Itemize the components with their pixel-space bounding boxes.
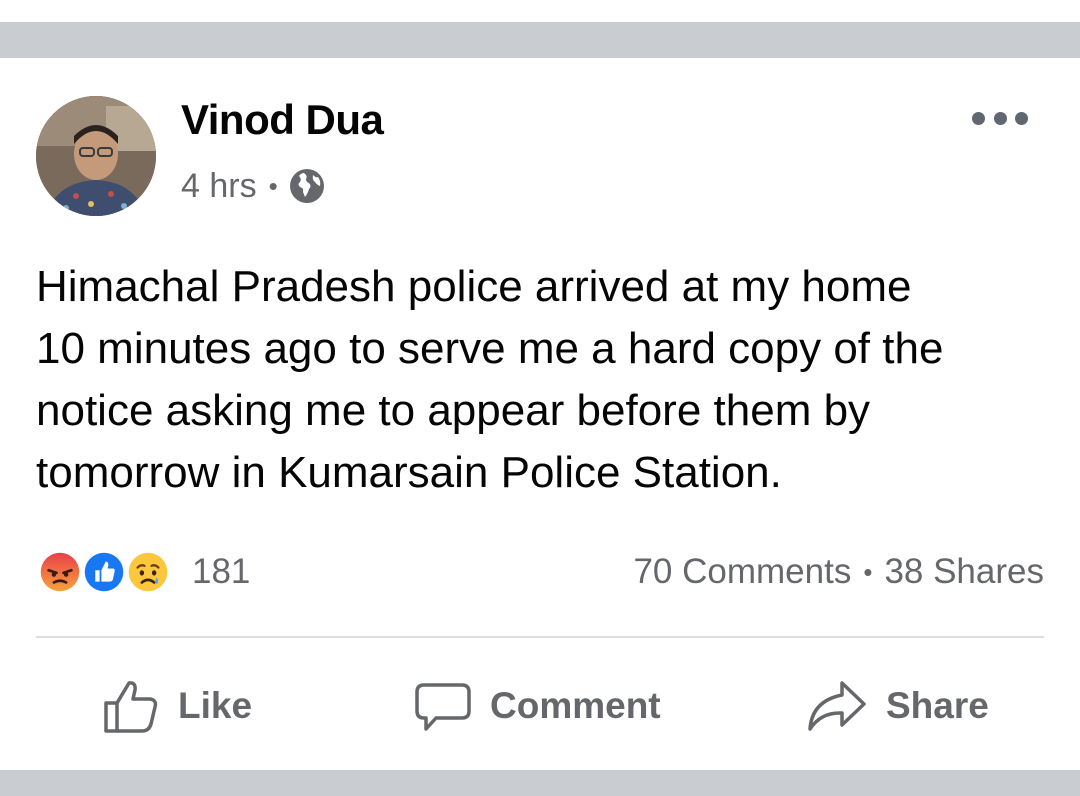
post-text: Himachal Pradesh police arrived at my ho… — [36, 256, 1046, 504]
feed-gap-top — [0, 22, 1080, 58]
like-button[interactable]: Like — [102, 666, 252, 746]
more-options-icon[interactable] — [972, 106, 1028, 130]
reaction-icons — [36, 546, 186, 598]
comments-count[interactable]: 70 Comments — [633, 552, 851, 592]
share-arrow-icon — [808, 681, 866, 731]
engagement-separator: • — [863, 556, 873, 587]
engagement-summary: 70 Comments • 38 Shares — [633, 546, 1044, 598]
meta-separator: • — [268, 170, 278, 201]
post-text-line: 10 minutes ago to serve me a hard copy o… — [36, 324, 944, 373]
author-name[interactable]: Vinod Dua — [181, 96, 384, 144]
avatar-photo — [36, 96, 156, 216]
more-dot — [1015, 111, 1028, 125]
post-text-line: tomorrow in Kumarsain Police Station. — [36, 448, 782, 497]
globe-icon[interactable] — [288, 167, 326, 205]
share-label: Share — [886, 685, 989, 726]
top-separator — [0, 0, 1080, 58]
comment-bubble-icon — [415, 683, 471, 731]
comment-label: Comment — [490, 685, 661, 726]
like-label: Like — [178, 685, 253, 726]
angry-reaction-icon — [36, 548, 84, 596]
sad-reaction-icon — [124, 548, 172, 596]
post-actions: Like Comment Share — [0, 666, 1080, 746]
shares-count[interactable]: 38 Shares — [884, 552, 1044, 592]
author-avatar[interactable] — [36, 96, 156, 216]
like-reaction-icon — [80, 548, 128, 596]
comment-button[interactable]: Comment — [414, 666, 661, 746]
more-dot — [972, 111, 985, 125]
reaction-count: 181 — [192, 552, 251, 591]
post-text-line: Himachal Pradesh police arrived at my ho… — [36, 262, 912, 311]
post-text-line: notice asking me to appear before them b… — [36, 386, 871, 435]
share-button[interactable]: Share — [806, 666, 989, 746]
thumbs-up-icon — [104, 681, 158, 733]
more-dot — [993, 111, 1007, 125]
action-divider — [36, 636, 1044, 638]
reaction-summary[interactable]: 181 — [36, 546, 250, 598]
feed-gap-bottom — [0, 770, 1080, 796]
post-meta: 4 hrs • — [181, 164, 326, 208]
post-timestamp[interactable]: 4 hrs — [181, 167, 257, 206]
